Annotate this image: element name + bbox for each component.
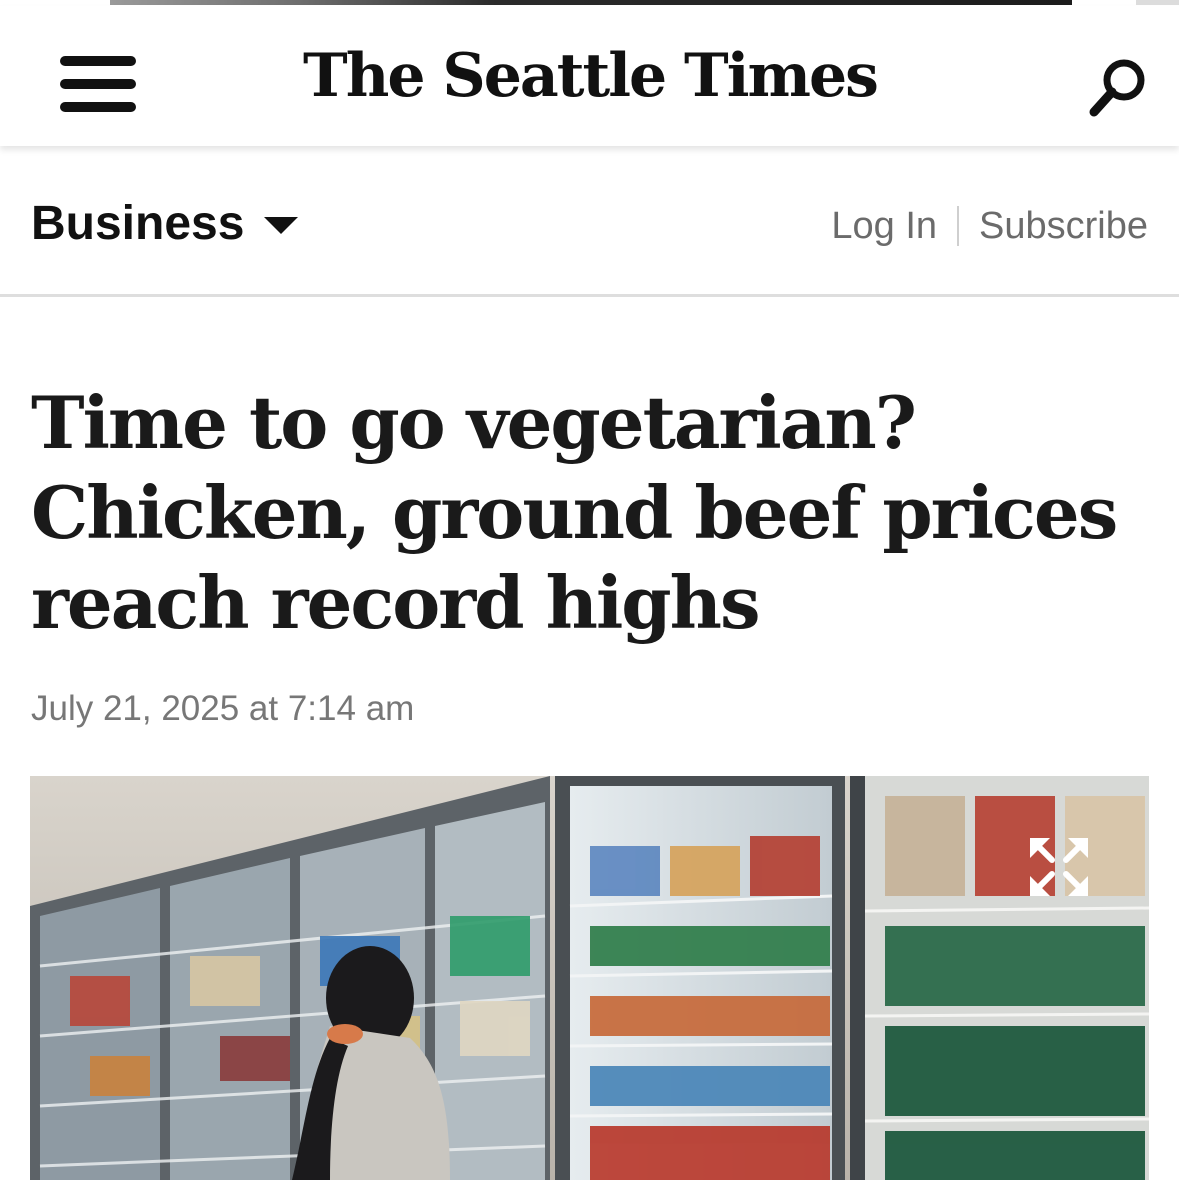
expand-icon[interactable] — [1028, 836, 1090, 898]
ad-banner-edge — [110, 0, 1072, 5]
section-dropdown[interactable]: Business — [31, 194, 299, 254]
account-links: Log In Subscribe — [831, 198, 1148, 254]
article-photo[interactable] — [30, 776, 1149, 1180]
login-link[interactable]: Log In — [831, 198, 937, 254]
ad-banner-edge-right — [1136, 0, 1179, 5]
hamburger-menu-icon[interactable] — [60, 56, 136, 112]
site-logo[interactable]: The Seattle Times — [290, 36, 890, 116]
masthead: The Seattle Times — [0, 6, 1179, 146]
article-dateline: July 21, 2025 at 7:14 am — [31, 689, 415, 728]
freezer-aisle-image — [30, 776, 1149, 1180]
section-label: Business — [31, 197, 245, 250]
divider — [957, 206, 960, 246]
caret-down-icon — [264, 216, 299, 234]
article-headline: Time to go vegetarian? Chicken, ground b… — [31, 380, 1118, 645]
search-icon[interactable] — [1086, 56, 1150, 120]
subscribe-link[interactable]: Subscribe — [979, 198, 1148, 254]
section-bar: Business Log In Subscribe — [0, 148, 1179, 297]
